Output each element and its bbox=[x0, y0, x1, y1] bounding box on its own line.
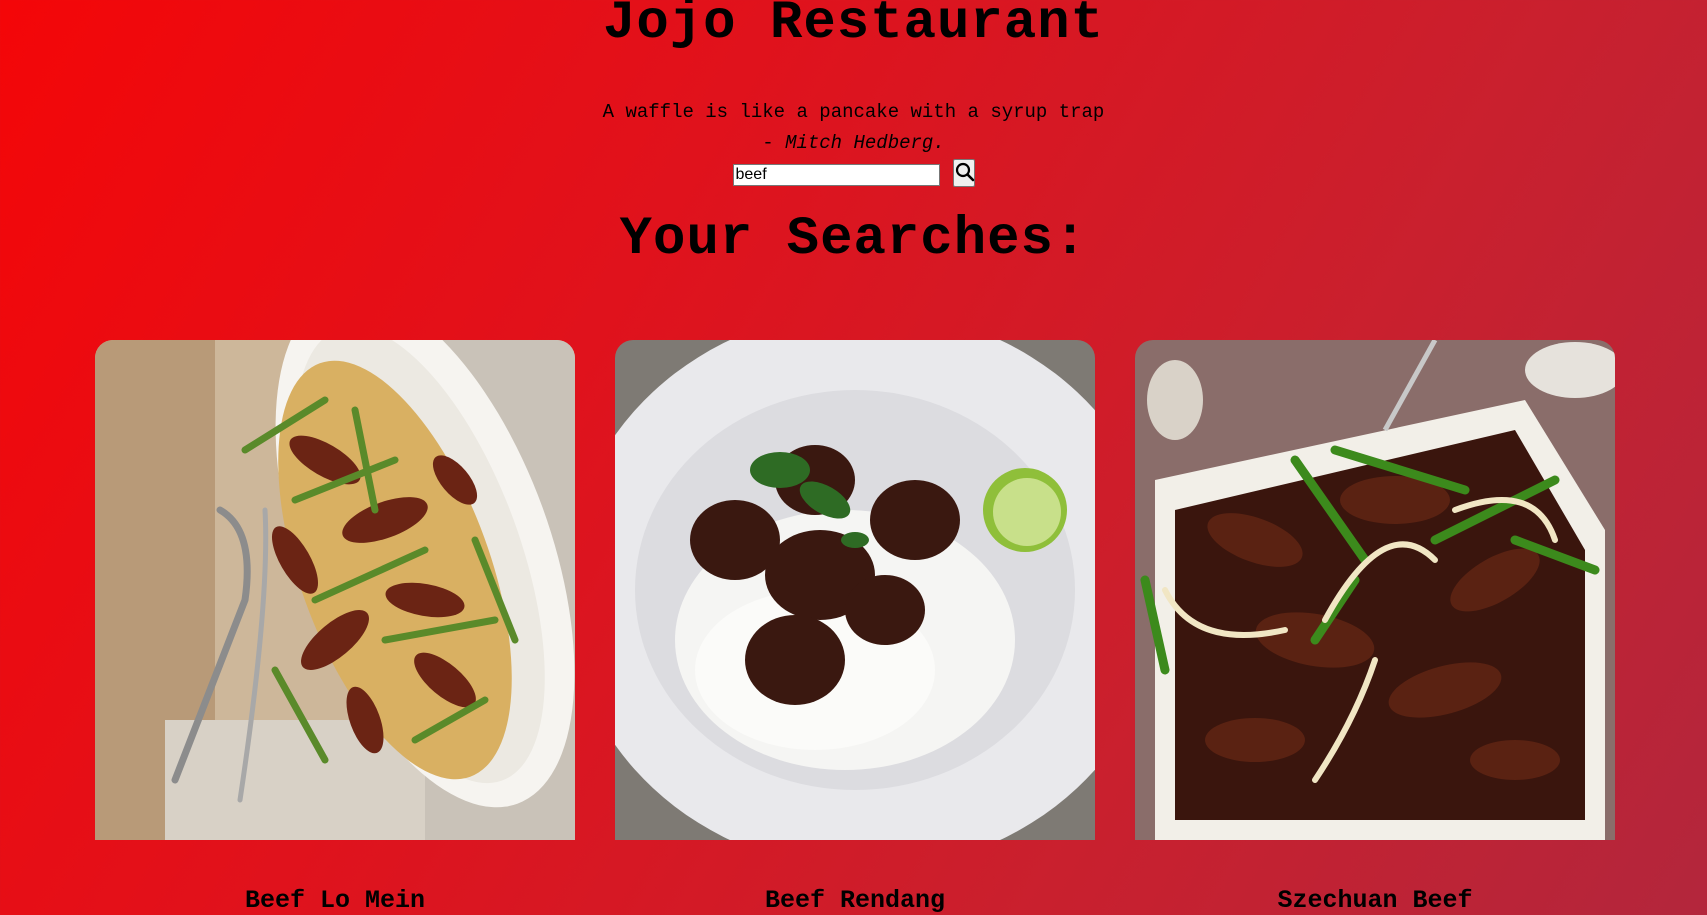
quote-text: A waffle is like a pancake with a syrup … bbox=[602, 101, 1105, 123]
results-heading: Your Searches: bbox=[619, 209, 1088, 270]
page-title: Jojo Restaurant bbox=[602, 0, 1105, 54]
beef-rendang-photo[interactable] bbox=[615, 340, 1095, 840]
result-card[interactable]: Beef Rendang bbox=[615, 340, 1095, 915]
author-prefix: - bbox=[762, 132, 786, 154]
result-card-name[interactable]: Beef Lo Mein bbox=[95, 885, 575, 915]
beef-lo-mein-photo[interactable] bbox=[95, 340, 575, 840]
search-input[interactable]: beef bbox=[732, 164, 940, 186]
result-card[interactable]: Beef Lo Mein bbox=[95, 340, 575, 915]
quote-author: - Mitch Hedberg. bbox=[0, 127, 1707, 159]
search-button[interactable] bbox=[952, 159, 975, 187]
szechuan-beef-photo[interactable] bbox=[1135, 340, 1615, 840]
result-card-name[interactable]: Beef Rendang bbox=[615, 885, 1095, 915]
author-name: Mitch Hedberg. bbox=[785, 132, 945, 154]
search-bar: beef bbox=[0, 159, 1707, 189]
result-card-name[interactable]: Szechuan Beef bbox=[1135, 885, 1615, 915]
result-card[interactable]: Szechuan Beef bbox=[1135, 340, 1615, 915]
search-icon bbox=[955, 162, 974, 182]
